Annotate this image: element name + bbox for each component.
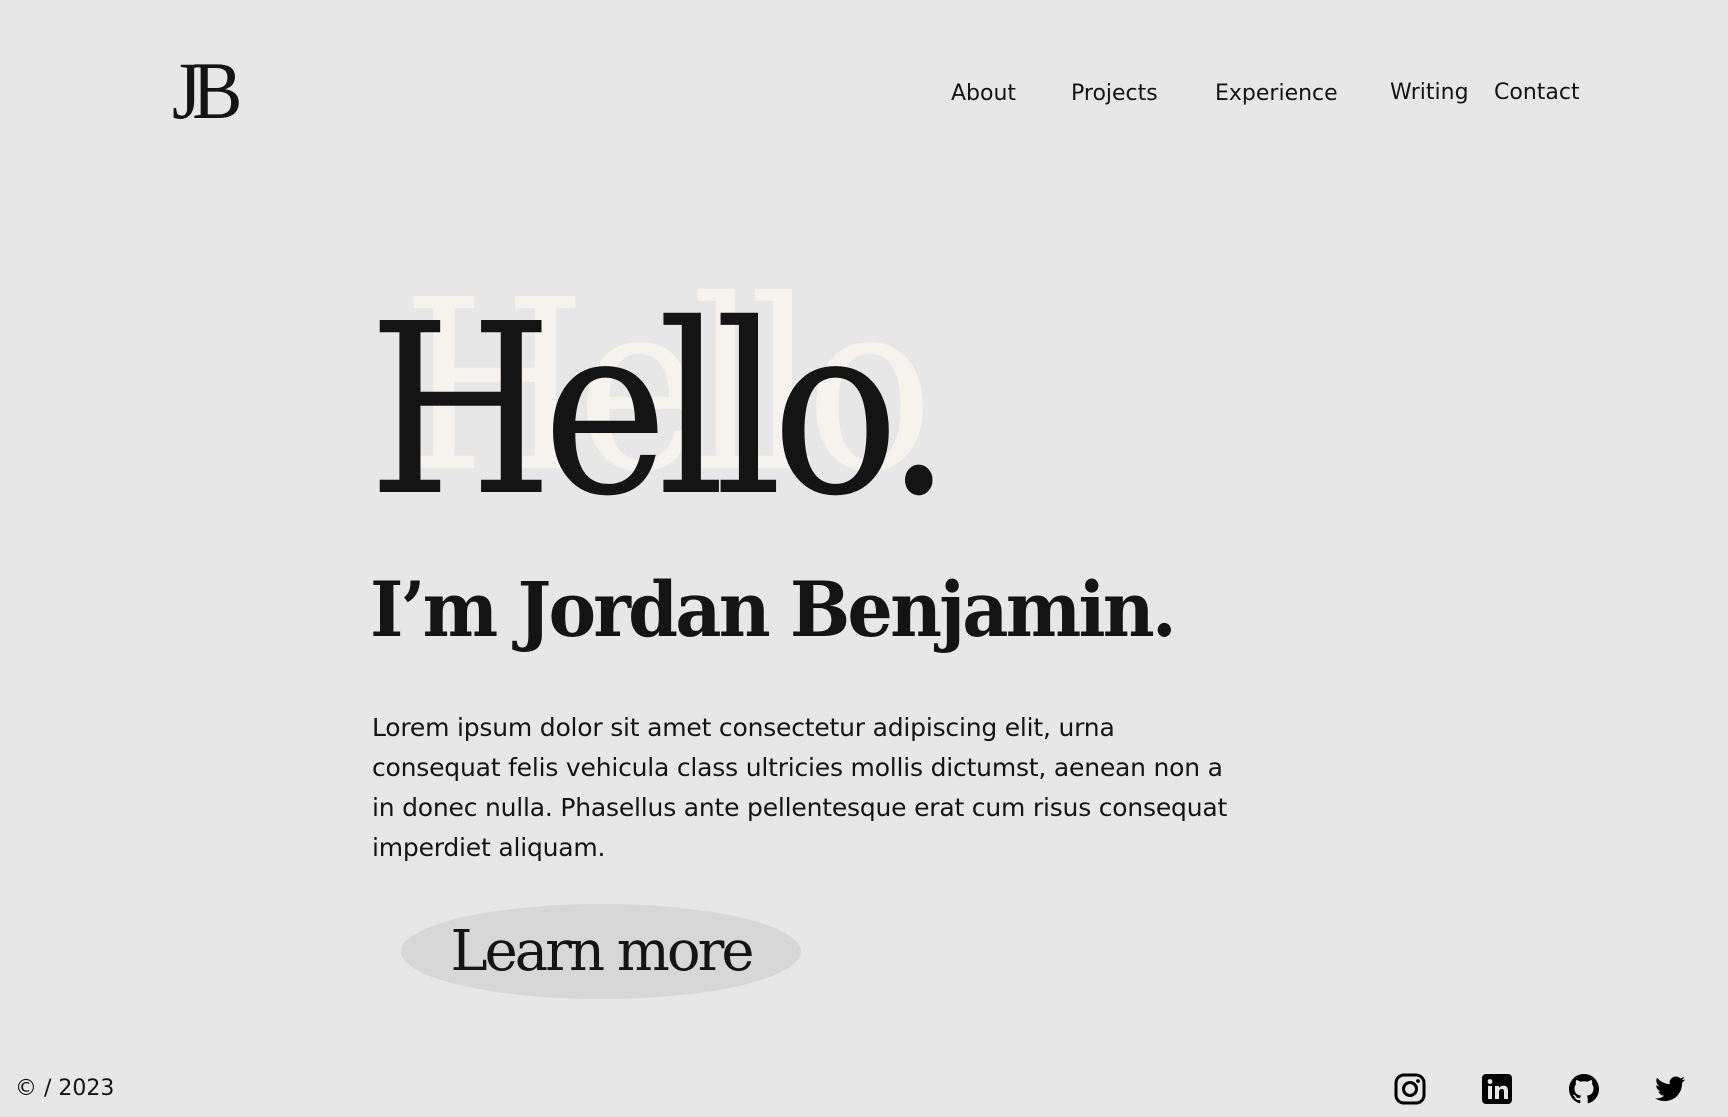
- site-logo[interactable]: JB: [172, 46, 242, 136]
- nav-link-projects[interactable]: Projects: [1071, 80, 1158, 108]
- instagram-icon[interactable]: [1393, 1072, 1427, 1106]
- learn-more-button[interactable]: Learn more: [401, 904, 801, 999]
- learn-more-label: Learn more: [450, 919, 754, 984]
- hero-description: Lorem ipsum dolor sit amet consectetur a…: [372, 713, 1228, 862]
- linkedin-icon[interactable]: [1480, 1072, 1514, 1106]
- twitter-icon[interactable]: [1653, 1072, 1687, 1106]
- copyright-text: © / 2023: [15, 1076, 115, 1101]
- hero-intro-name: I’m Jordan Benjamin.: [370, 565, 1177, 654]
- nav-link-contact[interactable]: Contact: [1494, 79, 1580, 107]
- nav-link-writing[interactable]: Writing: [1390, 79, 1469, 107]
- nav-link-about[interactable]: About: [951, 80, 1016, 108]
- github-icon[interactable]: [1567, 1072, 1601, 1106]
- hero-greeting: Hello.: [368, 273, 952, 548]
- nav-link-experience[interactable]: Experience: [1215, 80, 1338, 108]
